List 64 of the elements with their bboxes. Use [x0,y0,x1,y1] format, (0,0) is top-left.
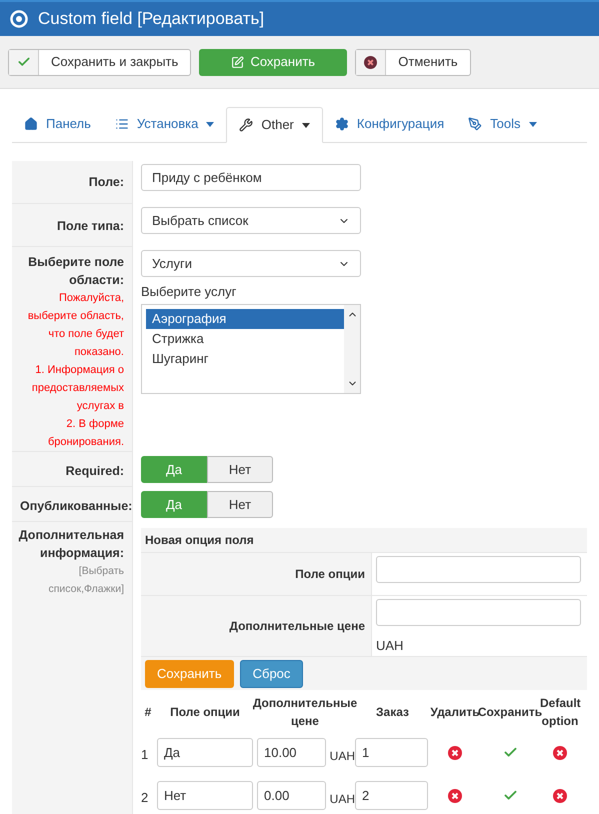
services-label: Выберите услуг [141,283,236,301]
column-header: Дополнительные цене [252,695,358,730]
currency-text: UAH [330,748,355,765]
field-type-select[interactable]: Выбрать список [141,207,361,234]
column-header: Удалить [430,704,480,721]
scrollbar[interactable] [344,304,360,392]
save-and-close-button[interactable]: Сохранить и закрыть [8,48,192,76]
order-input[interactable]: 1 [355,738,428,767]
tab[interactable]: Конфигурация [322,106,456,142]
column-header: Default option [540,695,580,730]
currency-text: UAH [376,637,404,655]
row-number: 1 [141,746,148,764]
currency-text: UAH [330,791,355,808]
option-price-input[interactable] [376,599,581,626]
field-input[interactable]: Приду с ребёнком [141,164,361,191]
area-select[interactable]: Услуги [141,250,361,277]
toggle-label: Опубликованные: [20,499,132,513]
list-icon [114,117,129,131]
tab[interactable]: Панель [12,106,103,142]
option-price-label: Дополнительные цене [229,618,365,635]
tab[interactable]: Tools [456,106,548,142]
check-icon [16,55,30,69]
hint-text: 2. В форме бронирования. [46,417,124,450]
services-listbox[interactable]: Аэрография Стрижка Шугаринг [141,304,361,394]
home-icon [24,117,38,131]
list-option[interactable]: Стрижка [146,328,344,348]
tab[interactable]: Установка [102,106,226,142]
edit-icon [231,56,244,68]
toggle-option[interactable]: Нет [207,456,273,483]
cancel-icon [364,56,378,68]
price-input[interactable]: 10.00 [257,738,326,767]
option-name-label: Поле опции [295,566,365,583]
delete-icon[interactable] [448,746,462,760]
field-type-label: Поле типа: [57,219,124,233]
extra-info-label: Дополнительная информация: [18,527,124,562]
new-option-header: Новая опция поля [141,528,587,552]
column-header: Заказ [376,704,409,721]
extra-info-note: [Выбрать список,Флажки] [47,564,124,597]
list-option[interactable]: Аэрография [146,308,344,328]
delete-icon[interactable] [448,788,462,802]
toggle-option[interactable]: Нет [207,491,273,518]
option-name-input[interactable] [376,556,581,583]
price-input[interactable]: 0.00 [257,781,326,810]
field-label: Поле: [88,175,124,189]
page-title: Custom field [Редактировать] [38,8,264,30]
wrench-icon [239,118,254,132]
list-option[interactable]: Шугаринг [146,348,344,368]
delete-icon[interactable] [553,788,567,802]
target-icon [10,10,28,28]
order-input[interactable]: 2 [355,781,428,810]
settings-icon [334,117,349,131]
cancel-button[interactable]: Отменить [355,48,471,76]
option-name-input[interactable]: Да [157,738,253,767]
delete-icon[interactable] [553,746,567,760]
hint-text: Пожалуйста, выберите область, что поле будет показано. [26,291,124,360]
hint-text: 1. Информация о предоставляемых услугах в [30,363,124,414]
column-header: Поле опции [170,704,240,721]
toggle-label: Required: [66,464,124,478]
option-name-input[interactable]: Нет [157,781,253,810]
pen-tool-icon [468,117,482,131]
tab[interactable]: Other [226,107,323,143]
column-header: # [144,704,152,721]
area-label: Выберите поле области: [27,254,124,289]
row-number: 2 [141,788,148,806]
